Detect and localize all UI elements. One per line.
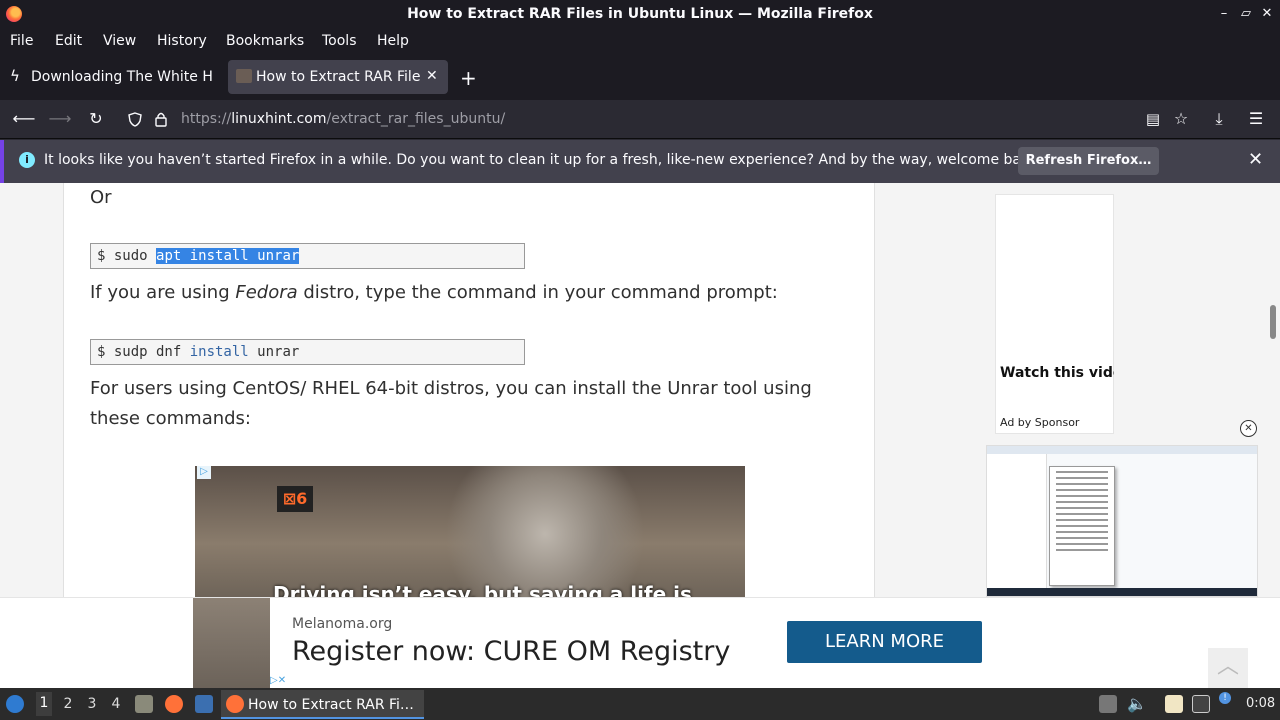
- tab-downloading[interactable]: ϟ Downloading The White H: [6, 60, 224, 94]
- video-window-titlebar: [987, 446, 1257, 454]
- traffic-signal: ⊠6: [277, 486, 313, 512]
- taskbar-firefox-task[interactable]: How to Extract RAR Fi…: [221, 690, 424, 719]
- text-or: Or: [90, 187, 112, 208]
- workspace-4[interactable]: 4: [108, 696, 124, 712]
- update-notification-icon[interactable]: !: [1219, 692, 1231, 704]
- scroll-to-top-icon[interactable]: ︿: [1208, 648, 1248, 688]
- close-window-button[interactable]: ✕: [1258, 6, 1276, 21]
- minimize-button[interactable]: –: [1215, 6, 1233, 21]
- bottom-ad-thumbnail: [193, 598, 270, 688]
- menu-bar: File Edit View History Bookmarks Tools H…: [0, 29, 1280, 54]
- menu-history[interactable]: History: [157, 33, 207, 49]
- firefox-task-icon: [226, 695, 244, 713]
- info-icon: i: [19, 152, 35, 168]
- close-tab-icon[interactable]: ✕: [426, 68, 438, 84]
- url-bar[interactable]: https://linuxhint.com/extract_rar_files_…: [118, 104, 1276, 134]
- tab-bar: ϟ Downloading The White H How to Extract…: [0, 54, 1280, 100]
- terminal-icon[interactable]: [195, 695, 213, 713]
- adchoices-icon[interactable]: ▷: [197, 466, 211, 479]
- start-menu-icon[interactable]: [6, 695, 24, 713]
- learn-more-button[interactable]: LEARN MORE: [787, 621, 982, 663]
- tray-eject-icon[interactable]: [1099, 695, 1117, 713]
- menu-tools[interactable]: Tools: [322, 33, 357, 49]
- menu-bookmarks[interactable]: Bookmarks: [226, 33, 304, 49]
- back-button[interactable]: ⟵: [12, 108, 36, 130]
- tab-label: Downloading The White H: [31, 69, 213, 85]
- refresh-firefox-button[interactable]: Refresh Firefox…: [1018, 147, 1159, 175]
- shield-icon[interactable]: [128, 112, 142, 127]
- clipboard-icon[interactable]: [1165, 695, 1183, 713]
- close-notification-icon[interactable]: ✕: [1248, 149, 1263, 170]
- downloads-icon[interactable]: ⤓: [1207, 108, 1231, 130]
- system-taskbar: 1 2 3 4 How to Extract RAR Fi… 🔈 ! 0:08: [0, 688, 1280, 720]
- title-bar: How to Extract RAR Files in Ubuntu Linux…: [0, 0, 1280, 29]
- new-tab-button[interactable]: +: [460, 66, 477, 90]
- code-block-dnf[interactable]: $ sudp dnf install unrar: [90, 339, 525, 365]
- video-context-menu: [1049, 466, 1115, 586]
- maximize-button[interactable]: ▱: [1237, 6, 1255, 21]
- bottom-ad-org: Melanoma.org: [292, 616, 393, 632]
- side-ad-sponsor: Ad by Sponsor: [1000, 416, 1080, 429]
- adchoices-icon[interactable]: ▷✕: [270, 675, 302, 688]
- hamburger-menu-icon[interactable]: ☰: [1244, 108, 1268, 130]
- page-content: Or $ sudo apt install unrar If you are u…: [0, 183, 1280, 688]
- workspace-3[interactable]: 3: [84, 696, 100, 712]
- menu-edit[interactable]: Edit: [55, 33, 82, 49]
- firefox-launcher-icon[interactable]: [165, 695, 183, 713]
- forward-button[interactable]: ⟶: [48, 108, 72, 130]
- video-taskbar: [987, 588, 1257, 596]
- code-block-apt[interactable]: $ sudo apt install unrar: [90, 243, 525, 269]
- bottom-ad-banner[interactable]: Melanoma.org Register now: CURE OM Regis…: [0, 597, 1280, 688]
- workspace-2[interactable]: 2: [60, 696, 76, 712]
- paragraph-centos: For users using CentOS/ RHEL 64-bit dist…: [90, 378, 812, 429]
- notification-bar: i It looks like you haven’t started Fire…: [0, 140, 1280, 183]
- video-explorer-sidebar: [987, 454, 1047, 590]
- video-player[interactable]: [986, 445, 1258, 597]
- site-favicon-icon: [236, 69, 252, 83]
- task-label: How to Extract RAR Fi…: [248, 697, 414, 713]
- close-video-icon[interactable]: ✕: [1240, 420, 1257, 437]
- reader-view-icon[interactable]: ▤: [1141, 108, 1165, 130]
- notification-message: It looks like you haven’t started Firefo…: [44, 152, 1043, 168]
- menu-help[interactable]: Help: [377, 33, 409, 49]
- reload-button[interactable]: ↻: [84, 108, 108, 130]
- lightning-favicon-icon: ϟ: [10, 67, 20, 85]
- scrollbar-thumb[interactable]: [1270, 305, 1276, 339]
- clock: 0:08: [1246, 696, 1276, 711]
- menu-file[interactable]: File: [10, 33, 33, 49]
- file-manager-icon[interactable]: [135, 695, 153, 713]
- url-text[interactable]: https://linuxhint.com/extract_rar_files_…: [181, 111, 505, 127]
- paragraph-fedora: If you are using Fedora distro, type the…: [90, 282, 778, 303]
- navigation-bar: ⟵ ⟶ ↻ https://linuxhint.com/extract_rar_…: [0, 100, 1280, 139]
- lock-icon[interactable]: [154, 111, 168, 127]
- side-ad[interactable]: Watch this video information Ad by Spons…: [995, 194, 1114, 434]
- tab-label: How to Extract RAR Files: [256, 69, 420, 85]
- workspace-1[interactable]: 1: [36, 692, 52, 716]
- menu-view[interactable]: View: [103, 33, 136, 49]
- tab-extract-rar[interactable]: How to Extract RAR Files ✕: [228, 60, 448, 94]
- window-title: How to Extract RAR Files in Ubuntu Linux…: [407, 6, 873, 22]
- bookmark-star-icon[interactable]: ☆: [1169, 108, 1193, 130]
- network-icon[interactable]: [1192, 695, 1210, 713]
- side-ad-headline: Watch this video information: [1000, 366, 1114, 381]
- bottom-ad-headline: Register now: CURE OM Registry: [292, 636, 731, 667]
- volume-icon[interactable]: 🔈: [1127, 694, 1147, 713]
